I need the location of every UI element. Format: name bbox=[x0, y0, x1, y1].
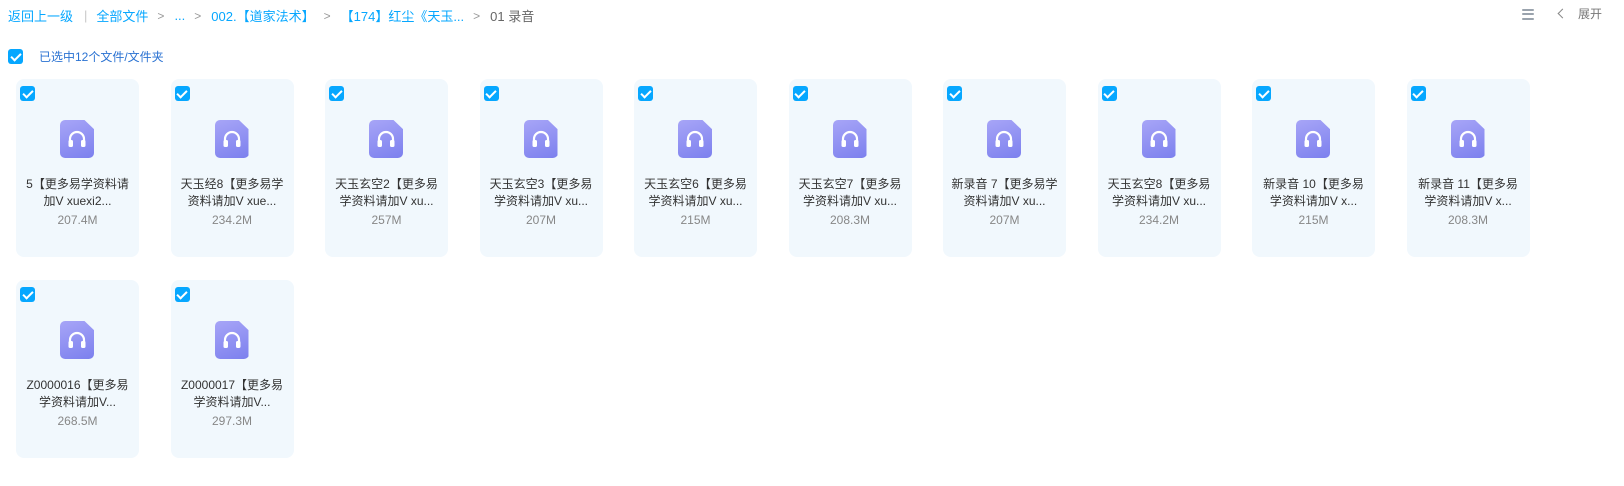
audio-file-icon bbox=[369, 120, 403, 158]
headphones-icon bbox=[1150, 130, 1167, 147]
file-name: 天玉玄空2【更多易学资料请加V xu... bbox=[335, 177, 438, 208]
headphones-icon bbox=[1459, 130, 1476, 147]
file-size: 234.2M bbox=[1138, 213, 1180, 227]
audio-file-icon bbox=[1296, 120, 1330, 158]
file-card[interactable]: 天玉玄空3【更多易学资料请加V xu... 207M bbox=[479, 79, 603, 257]
breadcrumb-all-files[interactable]: 全部文件 bbox=[96, 6, 148, 25]
file-name: Z0000016【更多易学资料请加V... bbox=[26, 378, 129, 409]
file-card[interactable]: 天玉玄空8【更多易学资料请加V xu... 234.2M bbox=[1097, 79, 1221, 257]
file-name: 天玉玄空3【更多易学资料请加V xu... bbox=[489, 177, 593, 208]
selection-count: 已选中12个文件/文件夹 bbox=[39, 50, 164, 64]
file-size: 208.3M bbox=[829, 213, 871, 227]
headphones-icon bbox=[995, 130, 1013, 147]
breadcrumb: 返回上一级 | 全部文件 > ... > 002.【道家法术】 > 【174】红… bbox=[8, 6, 534, 25]
select-all-checkbox[interactable] bbox=[8, 49, 23, 64]
file-name: 新录音 7【更多易学资料请加V xu... bbox=[951, 177, 1058, 208]
file-card[interactable]: Z0000017【更多易学资料请加V... 297.3M bbox=[170, 280, 294, 458]
file-size: 268.5M bbox=[57, 414, 98, 428]
file-checkbox[interactable] bbox=[638, 86, 653, 101]
file-checkbox[interactable] bbox=[174, 86, 190, 101]
breadcrumb-ellipsis[interactable]: ... bbox=[174, 8, 185, 23]
breadcrumb-folder-174[interactable]: 【174】红尘《天玉... bbox=[341, 6, 465, 25]
audio-file-icon bbox=[1450, 120, 1485, 158]
breadcrumb-current: 01 录音 bbox=[490, 9, 535, 24]
file-name: 天玉玄空7【更多易学资料请加V xu... bbox=[798, 177, 902, 208]
view-controls: 展开 bbox=[1521, 5, 1602, 22]
headphones-icon bbox=[68, 130, 86, 147]
file-card[interactable]: 新录音 7【更多易学资料请加V xu... 207M bbox=[943, 79, 1066, 257]
top-bar: 返回上一级 | 全部文件 > ... > 002.【道家法术】 > 【174】红… bbox=[0, 0, 1624, 28]
breadcrumb-separator: > bbox=[194, 8, 202, 23]
file-name: 天玉玄空8【更多易学资料请加V xu... bbox=[1107, 177, 1211, 208]
file-checkbox[interactable] bbox=[1101, 86, 1117, 101]
breadcrumb-divider: | bbox=[84, 8, 88, 23]
file-checkbox[interactable] bbox=[20, 86, 35, 101]
expand-label: 展开 bbox=[1577, 7, 1602, 21]
file-card[interactable]: 新录音 10【更多易学资料请加V x... 215M bbox=[1252, 79, 1375, 257]
back-link[interactable]: 返回上一级 bbox=[8, 6, 73, 25]
file-name: 天玉经8【更多易学资料请加V xue... bbox=[180, 177, 284, 208]
breadcrumb-separator: > bbox=[473, 8, 481, 23]
audio-file-icon bbox=[832, 120, 867, 158]
headphones-icon bbox=[68, 331, 86, 348]
chevron-left-icon bbox=[1557, 8, 1568, 19]
file-name: 新录音 10【更多易学资料请加V x... bbox=[1263, 177, 1364, 208]
headphones-icon bbox=[841, 130, 858, 147]
audio-file-icon bbox=[214, 321, 249, 359]
file-checkbox[interactable] bbox=[174, 287, 190, 302]
file-name: 5【更多易学资料请加V xuexi2... bbox=[26, 177, 129, 208]
file-name: 天玉玄空6【更多易学资料请加V xu... bbox=[644, 177, 747, 208]
file-name: Z0000017【更多易学资料请加V... bbox=[180, 378, 284, 409]
file-size: 207.4M bbox=[57, 213, 98, 227]
file-checkbox[interactable] bbox=[483, 86, 499, 101]
breadcrumb-separator: > bbox=[323, 8, 331, 23]
file-card[interactable]: 天玉经8【更多易学资料请加V xue... 234.2M bbox=[170, 79, 294, 257]
file-size: 207M bbox=[525, 213, 557, 227]
audio-file-icon bbox=[214, 120, 249, 158]
file-grid: 5【更多易学资料请加V xuexi2... 207.4M 天玉经8【更多易学资料请加… bbox=[16, 79, 1530, 458]
file-name: 新录音 11【更多易学资料请加V x... bbox=[1418, 177, 1518, 208]
file-size: 257M bbox=[371, 213, 402, 227]
headphones-icon bbox=[223, 130, 240, 147]
file-card[interactable]: Z0000016【更多易学资料请加V... 268.5M bbox=[16, 280, 139, 458]
file-size: 215M bbox=[680, 213, 711, 227]
list-view-icon[interactable] bbox=[1521, 7, 1535, 21]
audio-file-icon bbox=[523, 120, 558, 158]
headphones-icon bbox=[686, 130, 704, 147]
file-size: 234.2M bbox=[211, 213, 253, 227]
audio-file-icon bbox=[1141, 120, 1176, 158]
audio-file-icon bbox=[60, 120, 94, 158]
file-size: 208.3M bbox=[1447, 213, 1489, 227]
headphones-icon bbox=[1304, 130, 1322, 147]
audio-file-icon bbox=[60, 321, 94, 359]
file-checkbox[interactable] bbox=[20, 287, 35, 302]
file-card[interactable]: 新录音 11【更多易学资料请加V x... 208.3M bbox=[1406, 79, 1530, 257]
file-card[interactable]: 天玉玄空7【更多易学资料请加V xu... 208.3M bbox=[788, 79, 912, 257]
headphones-icon bbox=[223, 331, 240, 348]
file-card[interactable]: 天玉玄空2【更多易学资料请加V xu... 257M bbox=[325, 79, 448, 257]
file-checkbox[interactable] bbox=[792, 86, 808, 101]
file-checkbox[interactable] bbox=[1256, 86, 1271, 101]
audio-file-icon bbox=[678, 120, 712, 158]
file-size: 215M bbox=[1298, 213, 1329, 227]
file-checkbox[interactable] bbox=[329, 86, 344, 101]
file-checkbox[interactable] bbox=[1410, 86, 1426, 101]
file-card[interactable]: 天玉玄空6【更多易学资料请加V xu... 215M bbox=[634, 79, 757, 257]
file-checkbox[interactable] bbox=[947, 86, 962, 101]
headphones-icon bbox=[377, 130, 395, 147]
selection-bar: 已选中12个文件/文件夹 bbox=[8, 48, 164, 65]
audio-file-icon bbox=[987, 120, 1021, 158]
breadcrumb-folder-daojia[interactable]: 002.【道家法术】 bbox=[211, 6, 314, 25]
expand-button[interactable]: 展开 bbox=[1557, 5, 1602, 22]
breadcrumb-separator: > bbox=[157, 8, 165, 23]
headphones-icon bbox=[532, 130, 549, 147]
file-card[interactable]: 5【更多易学资料请加V xuexi2... 207.4M bbox=[16, 79, 139, 257]
file-size: 207M bbox=[989, 213, 1020, 227]
file-size: 297.3M bbox=[211, 414, 253, 428]
